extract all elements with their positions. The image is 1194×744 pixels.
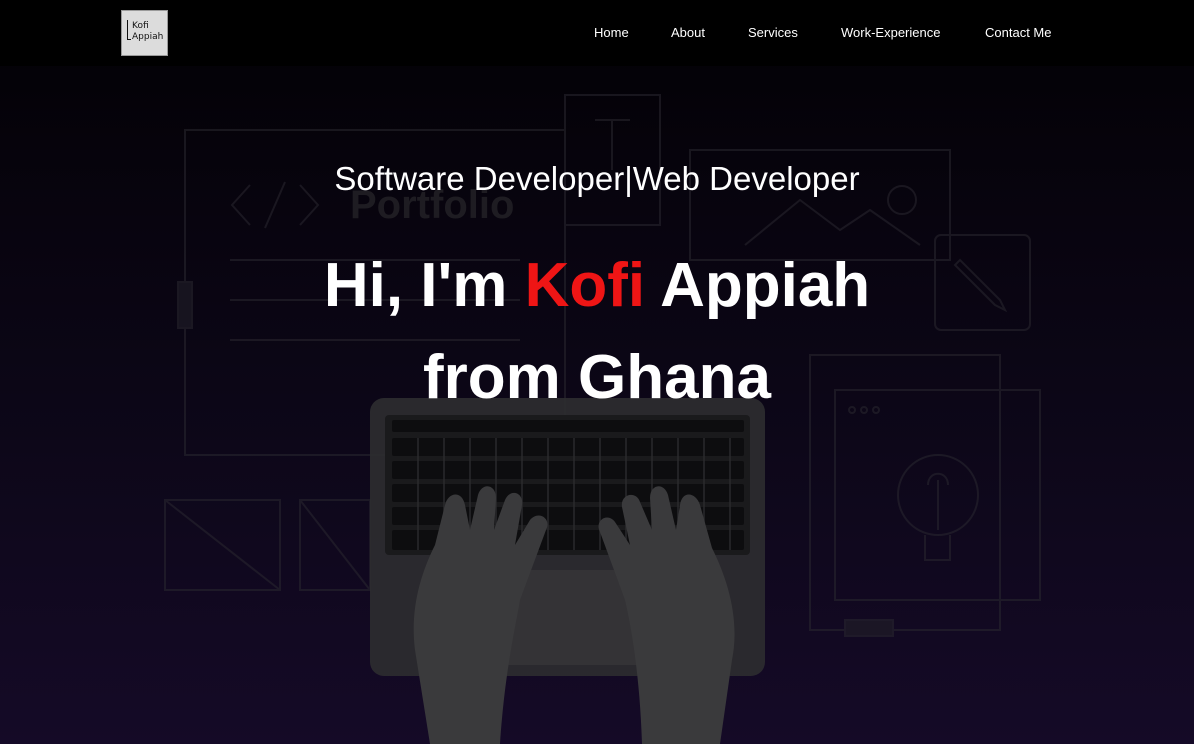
hero-subtitle: Software Developer|Web Developer [334, 160, 860, 197]
hero-headline: Hi, I'm Kofi Appiah from Ghana [0, 240, 1194, 424]
nav-contact-link[interactable]: Contact Me [985, 25, 1051, 40]
navbar: Kofi Appiah Home About Services Work-Exp… [0, 0, 1194, 66]
main-nav: Home About Services Work-Experience Cont… [0, 25, 1194, 41]
hero-first-name: Kofi [524, 251, 646, 320]
nav-home-link[interactable]: Home [594, 25, 629, 40]
nav-about-link[interactable]: About [671, 25, 705, 40]
hero-greeting: Hi, I'm [323, 251, 508, 320]
hero-origin: from Ghana [423, 343, 771, 412]
hero-last-name: Appiah [660, 251, 871, 320]
nav-work-experience-link[interactable]: Work-Experience [841, 25, 940, 40]
portfolio-page: Portfolio Kofi Appiah Home About Service… [0, 0, 1194, 744]
nav-services-link[interactable]: Services [748, 25, 798, 40]
